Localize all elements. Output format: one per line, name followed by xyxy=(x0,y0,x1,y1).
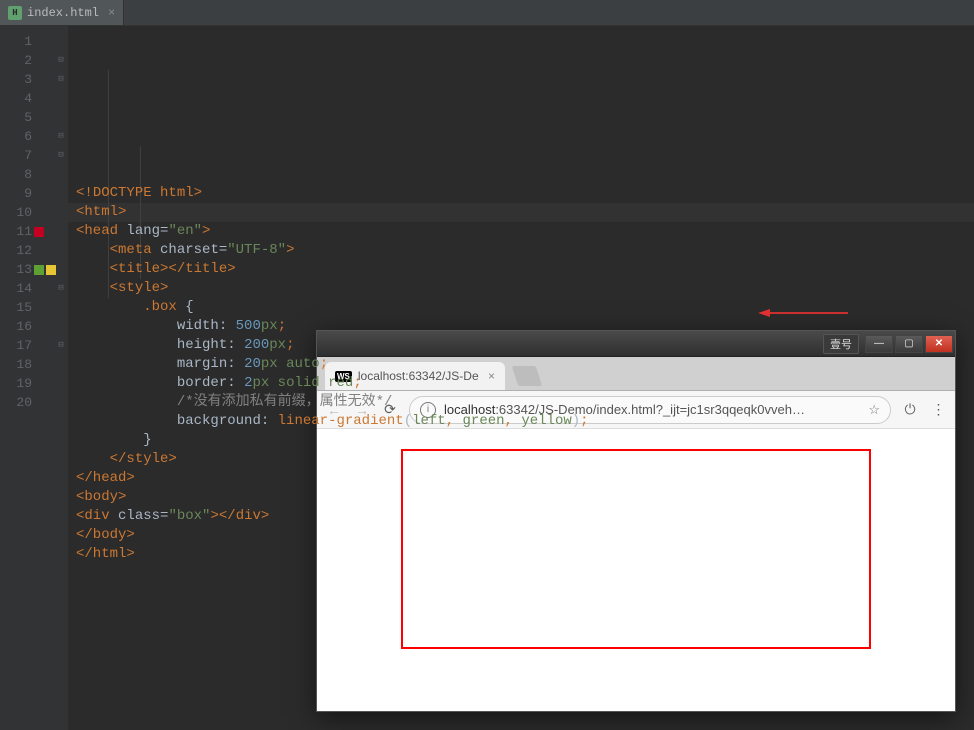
editor-tab-bar: H index.html × xyxy=(0,0,974,26)
editor-tab-filename: index.html xyxy=(27,6,99,20)
gutter: 1234567891011121314151617181920 ⊟⊟⊟⊟ ⊟⊟ xyxy=(0,26,68,730)
line-number: 17 xyxy=(0,336,32,355)
fold-column: ⊟⊟⊟⊟ ⊟⊟ xyxy=(56,32,66,412)
line-number: 19 xyxy=(0,374,32,393)
line-number: 5 xyxy=(0,108,32,127)
line-number: 12 xyxy=(0,241,32,260)
line-number: 9 xyxy=(0,184,32,203)
line-number: 1 xyxy=(0,32,32,51)
line-number: 4 xyxy=(0,89,32,108)
line-number: 8 xyxy=(0,165,32,184)
line-number: 16 xyxy=(0,317,32,336)
line-number: 3 xyxy=(0,70,32,89)
annotation-arrow xyxy=(708,288,798,300)
line-number: 2 xyxy=(0,51,32,70)
html-file-icon: H xyxy=(8,6,22,20)
line-number: 6 xyxy=(0,127,32,146)
color-swatch-red xyxy=(34,227,44,237)
code-content: <!DOCTYPE html> <html> <head lang="en"> … xyxy=(76,165,974,583)
color-swatch-green xyxy=(34,265,44,275)
line-number: 20 xyxy=(0,393,32,412)
line-number: 11 xyxy=(0,222,32,241)
line-number: 10 xyxy=(0,203,32,222)
line-number: 7 xyxy=(0,146,32,165)
close-icon[interactable]: × xyxy=(108,6,115,20)
line-number: 13 xyxy=(0,260,32,279)
color-swatch-yellow xyxy=(46,265,56,275)
line-number: 18 xyxy=(0,355,32,374)
editor-tab[interactable]: H index.html × xyxy=(0,0,124,25)
line-number: 15 xyxy=(0,298,32,317)
line-number: 14 xyxy=(0,279,32,298)
